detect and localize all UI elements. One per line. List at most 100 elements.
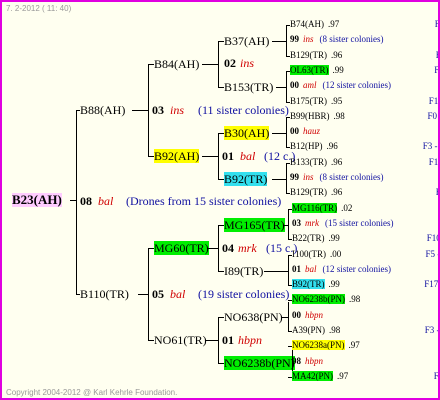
g4-info: F9 - Atlas85R: [436, 49, 438, 61]
g4-gen: 98: [292, 355, 301, 366]
g3-sym-0: ins: [240, 56, 255, 70]
g4-info: F24 - B-xx43: [434, 19, 440, 29]
g4-year: .97: [328, 19, 340, 29]
g1-gen-0: 03: [152, 103, 164, 117]
g4-info: F9 - Atlas85R: [436, 186, 438, 198]
g4-row: B133(TR) .96 F16 - Sinop62R: [290, 156, 438, 168]
g1-gen-1: 05: [152, 287, 164, 301]
g4-sym: ins: [303, 34, 314, 45]
g4-info: F13 - Sinop72R: [428, 95, 439, 106]
g4-queen[interactable]: B175(TR): [290, 96, 327, 106]
g4-year: .98: [349, 294, 361, 305]
g4-connector: [288, 254, 292, 256]
g4-queen[interactable]: B129(TR): [290, 50, 327, 60]
g4-queen[interactable]: B133(TR): [290, 157, 327, 167]
g4-row: 03 mrk (15 sister colonies): [292, 217, 393, 229]
g2-gen-2: 04: [222, 241, 234, 255]
g4-queen[interactable]: B22(TR): [292, 233, 325, 243]
g4-row: A39(PN) .98 F3 - «ankiri96R: [292, 324, 438, 336]
g4-row: 00 aml (12 sister colonies): [290, 79, 391, 91]
g1-sym-1: bal: [170, 287, 186, 301]
g4-note: (8 sister colonies): [319, 34, 384, 45]
g4-year: .97: [348, 340, 360, 351]
g4-queen[interactable]: NO6238b(PN): [292, 294, 345, 305]
g4-year: .99: [328, 279, 340, 290]
g4-connector: [286, 193, 290, 195]
g4-year: .99: [328, 233, 340, 244]
g3-queen-3[interactable]: B92(TR): [224, 172, 268, 186]
g4-queen[interactable]: A39(PN): [292, 325, 325, 335]
g4-year: .96: [331, 187, 343, 198]
g4-queen[interactable]: OL63(TR): [290, 64, 329, 75]
g4-row: NO6238a(PN).97F3 - NO6294R: [292, 339, 360, 351]
g3-queen-1[interactable]: B153(TR): [224, 80, 273, 94]
g3-queen-4[interactable]: MG165(TR): [224, 218, 285, 232]
header-date: 7. 2-2012 ( 11: 40): [6, 4, 72, 13]
g4-queen[interactable]: B99(HBR): [290, 111, 330, 121]
g4-row: I100(TR) .00 F5 - Takab93aR: [292, 248, 438, 260]
g3-queen-7[interactable]: NO6238b(PN): [224, 356, 295, 370]
g1-queen-1[interactable]: B110(TR): [80, 287, 129, 301]
g4-queen[interactable]: NO6238a(PN): [292, 340, 345, 351]
g4-note: (12 sister colonies): [322, 80, 391, 91]
g2-queen-2[interactable]: MG60(TR): [154, 241, 209, 255]
g2-queen-1[interactable]: B92(AH): [154, 149, 200, 163]
g4-info: F3 - Fehrenbach: [422, 141, 438, 152]
g4-year: .96: [331, 49, 343, 60]
g4-info: F17 - Sinop62R: [424, 279, 439, 290]
g4-queen[interactable]: I100(TR): [292, 249, 326, 259]
g4-connector: [288, 285, 292, 287]
g4-sym: bal: [305, 263, 317, 274]
g4-connector: [286, 147, 290, 149]
g2-gen-1: 01: [222, 149, 234, 163]
g4-row: B99(HBR).98 F0 - buckfast not: [290, 110, 438, 122]
g4-gen: 99: [290, 172, 299, 182]
g4-info: F2 - Maced95R: [433, 370, 439, 381]
g4-connector: [288, 300, 292, 302]
g4-note: (15 sister colonies): [325, 217, 394, 228]
g4-year: .95: [331, 95, 343, 106]
g4-gen: 00: [290, 80, 299, 91]
g2-queen-0[interactable]: B84(AH): [154, 57, 199, 71]
g4-connector: [286, 101, 290, 103]
g1-note-0: (11 sister colonies): [198, 103, 289, 117]
g4-queen[interactable]: MG116(TR): [292, 202, 338, 213]
g4-row: B12(HP).96 F3 - Fehrenbach: [290, 140, 438, 152]
g3-queen-2[interactable]: B30(AH): [224, 126, 270, 140]
root-symbol: bal: [98, 194, 114, 208]
g4-queen[interactable]: B129(TR): [290, 187, 327, 197]
g4-row: 98 hbpn: [292, 355, 323, 367]
g4-year: .96: [326, 141, 338, 152]
g4-queen[interactable]: B74(AH): [290, 19, 324, 29]
g4-row: B74(AH) .97 F24 - B-xx43: [290, 18, 438, 30]
g4-year: .99: [332, 64, 344, 75]
g4-connector: [288, 208, 292, 210]
root-note: (Drones from 15 sister colonies): [126, 194, 282, 208]
g4-sym: hbpn: [305, 309, 323, 320]
g4-gen: 99: [290, 34, 299, 45]
g4-row: 99 ins (8 sister colonies): [290, 171, 384, 183]
g2-sym-1: bal: [240, 149, 256, 163]
root-gen: 08: [80, 194, 92, 208]
g4-connector: [286, 116, 290, 118]
g2-sym-3: hbpn: [238, 333, 262, 347]
g4-info: F16 - Sinop62R: [428, 156, 439, 167]
g4-queen[interactable]: B92(TR): [292, 279, 325, 290]
g2-gen-3: 01: [222, 333, 234, 347]
g3-queen-0[interactable]: B37(AH): [224, 34, 269, 48]
g3-gen-0: 02: [224, 56, 236, 70]
g2-queen-3[interactable]: NO61(TR): [154, 333, 207, 347]
g4-note: (12 sister colonies): [322, 263, 391, 274]
g4-connector: [286, 162, 290, 164]
g4-queen[interactable]: B12(HP): [290, 141, 323, 151]
g4-sym: hbpn: [305, 355, 323, 366]
root-queen[interactable]: B23(AH): [12, 193, 62, 207]
footer-copyright: Copyright 2004-2012 @ Karl Kehrle Founda…: [6, 388, 178, 397]
g4-info: F0 - buckfast not: [427, 110, 438, 121]
g1-queen-0[interactable]: B88(AH): [80, 103, 125, 117]
g4-connector: [286, 70, 290, 72]
g4-year: .98: [333, 110, 345, 121]
g4-queen[interactable]: MA42(PN): [292, 370, 334, 381]
g3-queen-5[interactable]: I89(TR): [224, 264, 263, 278]
g3-queen-6[interactable]: NO638(PN): [224, 310, 283, 324]
